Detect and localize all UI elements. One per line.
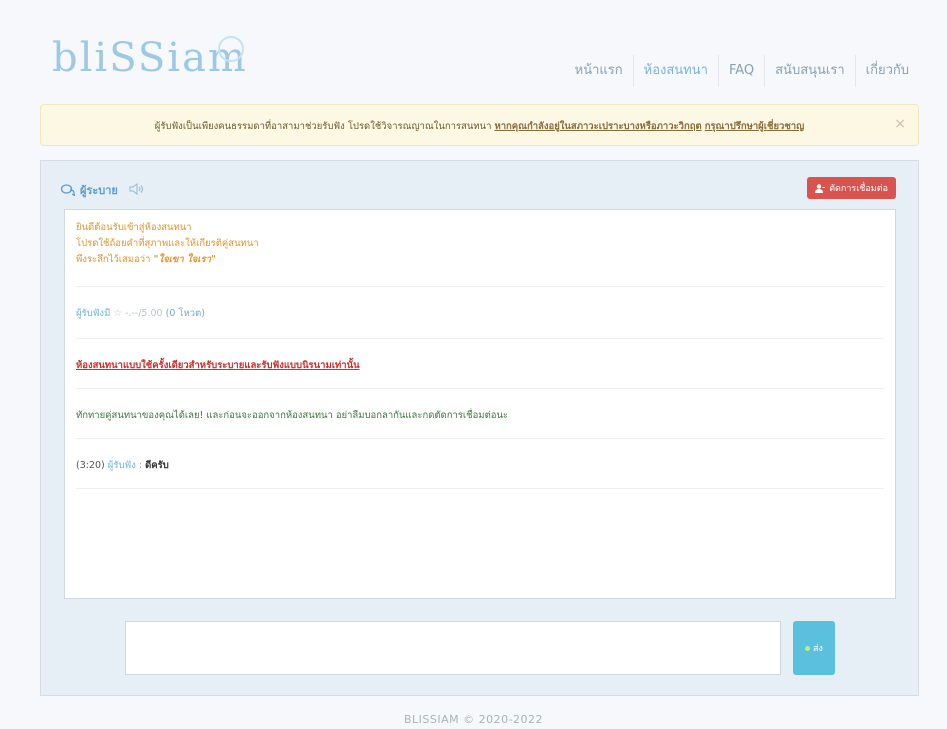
page-container: bliSSiam หน้าแรก ห้องสนทนา FAQ สนับสนุนเ… [40, 0, 919, 696]
chat-panel: ผู้ระบาย ตัดการเชื่อมต่อ ยินดีต้อนรับเข้… [40, 160, 919, 696]
top-nav: หน้าแรก ห้องสนทนา FAQ สนับสนุนเรา เกี่ยว… [565, 55, 919, 87]
send-button[interactable]: ส่ง [793, 621, 835, 675]
alert-text: ผู้รับฟังเป็นเพียงคนธรรมดาที่อาสามาช่วยร… [41, 119, 918, 134]
chat-header: ผู้ระบาย [61, 181, 145, 199]
message-separator: : [138, 460, 143, 471]
warning-alert: ผู้รับฟังเป็นเพียงคนธรรมดาที่อาสามาช่วยร… [40, 104, 919, 146]
message-time: (3:20) [76, 460, 105, 471]
nav-home[interactable]: หน้าแรก [565, 55, 633, 87]
chat-message: (3:20) ผู้รับฟัง : ดีครับ [76, 458, 884, 473]
chat-role-label: ผู้ระบาย [80, 184, 118, 197]
welcome-line-3: พึงระลึกไว้เสมอว่า "ใจเขา ใจเรา" [76, 254, 216, 265]
welcome-message: ยินดีต้อนรับเข้าสู่ห้องสนทนา โปรดใช้ถ้อย… [76, 220, 884, 268]
message-text: ดีครับ [145, 460, 169, 471]
speaker-icon[interactable] [129, 182, 145, 198]
message-input[interactable] [125, 621, 781, 675]
disconnect-button[interactable]: ตัดการเชื่อมต่อ [807, 177, 896, 199]
rating-label: ผู้รับฟังมี [76, 308, 111, 319]
logo-bubble-icon [218, 36, 244, 62]
rating-score: -.--/5.00 [124, 308, 163, 319]
welcome-quote: "ใจเขา ใจเรา" [153, 254, 216, 265]
consult-expert-link[interactable]: กรุณาปรึกษาผู้เชี่ยวชาญ [705, 121, 805, 132]
user-remove-icon [815, 183, 826, 193]
greeting-message: ทักทายคู่สนทนาของคุณได้เลย! และก่อนจะออก… [76, 410, 509, 421]
nav-chatroom[interactable]: ห้องสนทนา [632, 55, 718, 87]
crisis-link[interactable]: หากคุณกำลังอยู่ในสภาวะเปราะบางหรือภาวะวิ… [494, 121, 701, 132]
disconnect-label: ตัดการเชื่อมต่อ [829, 184, 888, 194]
divider [76, 388, 884, 389]
divider [76, 488, 884, 489]
rating-votes: (0 โหวต) [165, 308, 205, 319]
divider [76, 338, 884, 339]
close-icon[interactable]: × [894, 116, 906, 132]
nav-support[interactable]: สนับสนุนเรา [764, 55, 855, 87]
send-label: ส่ง [813, 644, 823, 654]
anonymous-notice: ห้องสนทนาแบบใช้ครั้งเดียวสำหรับระบายและร… [76, 360, 360, 371]
chat-messages[interactable]: ยินดีต้อนรับเข้าสู่ห้องสนทนา โปรดใช้ถ้อย… [64, 209, 896, 599]
divider [76, 286, 884, 287]
star-icon: ☆ [113, 308, 122, 319]
nav-faq[interactable]: FAQ [717, 55, 764, 87]
nav-about[interactable]: เกี่ยวกับ [854, 55, 919, 87]
header: bliSSiam หน้าแรก ห้องสนทนา FAQ สนับสนุนเ… [40, 0, 919, 98]
chat-bubbles-icon [61, 184, 75, 196]
alert-message: ผู้รับฟังเป็นเพียงคนธรรมดาที่อาสามาช่วยร… [154, 121, 492, 132]
welcome-line-2: โปรดใช้ถ้อยคำที่สุภาพและให้เกียรติคู่สนท… [76, 238, 259, 249]
footer: BLISSIAM © 2020-2022 [403, 713, 544, 726]
message-sender: ผู้รับฟัง [107, 460, 136, 471]
listener-rating: ผู้รับฟังมี ☆ -.--/5.00 (0 โหวต) [76, 306, 884, 321]
divider [76, 438, 884, 439]
welcome-line-1: ยินดีต้อนรับเข้าสู่ห้องสนทนา [76, 222, 192, 233]
online-dot-icon [805, 645, 811, 651]
